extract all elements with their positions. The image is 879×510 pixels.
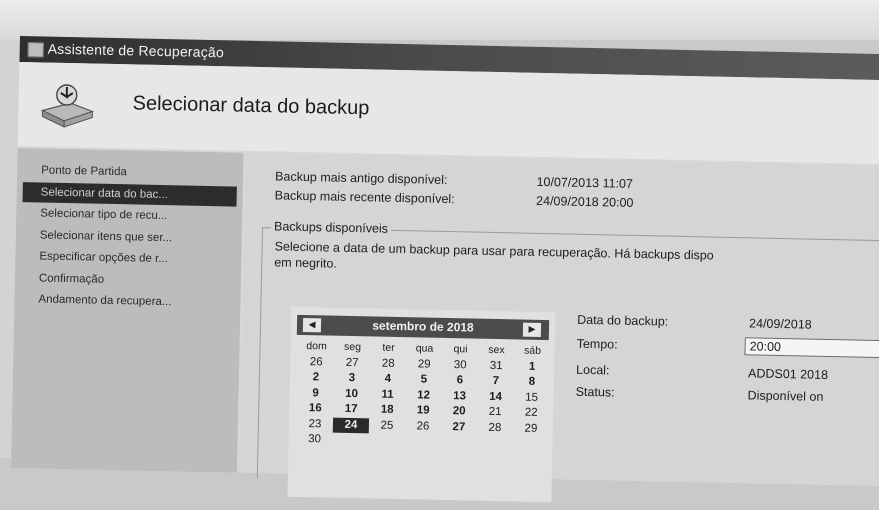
- calendar-day[interactable]: 13: [441, 388, 477, 404]
- desktop-background: [0, 0, 879, 40]
- group-description-2: em negrito.: [274, 255, 337, 271]
- calendar-day[interactable]: 31: [478, 358, 514, 374]
- wizard-step-item[interactable]: Especificar opções de r...: [21, 246, 235, 270]
- calendar-day[interactable]: 14: [477, 389, 513, 405]
- time-label: Tempo:: [576, 336, 618, 352]
- wizard-steps-nav: Ponto de Partida Selecionar data do bac..…: [10, 147, 244, 473]
- calendar-day[interactable]: 8: [514, 374, 550, 390]
- oldest-backup-value: 10/07/2013 11:07: [536, 174, 634, 191]
- calendar-day[interactable]: 6: [442, 373, 478, 389]
- calendar-day[interactable]: 28: [477, 420, 513, 436]
- wizard-step-item[interactable]: Confirmação: [21, 268, 235, 292]
- time-select[interactable]: 20:00: [744, 337, 879, 360]
- calendar-day[interactable]: 23: [297, 416, 333, 432]
- backup-date-label: Data do backup:: [577, 312, 669, 329]
- window-title: Assistente de Recuperação: [47, 40, 225, 61]
- next-month-button[interactable]: ▶: [522, 322, 542, 337]
- calendar-day[interactable]: 26: [298, 354, 334, 370]
- newest-backup-value: 24/09/2018 20:00: [535, 193, 634, 210]
- calendar-day[interactable]: 20: [441, 404, 477, 420]
- backup-drive-icon: [40, 84, 95, 128]
- calendar-day[interactable]: 25: [369, 418, 405, 434]
- calendar-weekday: qui: [453, 343, 468, 356]
- wizard-step-item[interactable]: Ponto de Partida: [23, 160, 237, 184]
- calendar-day[interactable]: 7: [478, 374, 514, 390]
- calendar-day[interactable]: 10: [333, 386, 369, 402]
- calendar-day[interactable]: 30: [442, 357, 478, 373]
- calendar-day[interactable]: 21: [477, 405, 513, 421]
- newest-backup-row: Backup mais recente disponível: 24/09/20…: [275, 188, 634, 210]
- calendar-month-label: setembro de 2018: [372, 318, 474, 335]
- calendar-day[interactable]: 28: [370, 356, 406, 372]
- calendar-weekday: sex: [488, 343, 505, 357]
- wizard-step-item[interactable]: Selecionar tipo de recu...: [22, 203, 236, 227]
- calendar-weekday: seg: [343, 340, 362, 354]
- calendar-day[interactable]: 27: [441, 419, 477, 435]
- location-value: ADDS01 2018: [747, 366, 829, 382]
- calendar-weekday: ter: [382, 341, 395, 354]
- calendar-day[interactable]: 22: [513, 405, 549, 421]
- calendar-day[interactable]: 18: [369, 402, 405, 418]
- calendar-day[interactable]: 17: [333, 402, 369, 418]
- calendar-day[interactable]: 5: [406, 372, 442, 388]
- calendar-day-selected[interactable]: 24: [332, 417, 370, 434]
- calendar-day[interactable]: 12: [405, 388, 441, 404]
- calendar-header: ◀ setembro de 2018 ▶: [296, 314, 550, 341]
- calendar-day[interactable]: 3: [334, 371, 370, 387]
- group-legend: Backups disponíveis: [270, 219, 392, 236]
- backup-date-value: 24/09/2018: [748, 316, 812, 332]
- calendar-day[interactable]: 11: [369, 387, 405, 403]
- group-description: Selecione a data de um backup para usar …: [274, 239, 714, 263]
- backup-calendar[interactable]: ◀ setembro de 2018 ▶ dom seg ter qua qui sex s…: [287, 306, 556, 503]
- calendar-day[interactable]: 16: [297, 401, 333, 417]
- status-label: Status:: [575, 384, 615, 400]
- status-value: Disponível on: [747, 388, 824, 404]
- calendar-day[interactable]: 26: [405, 419, 441, 435]
- oldest-backup-row: Backup mais antigo disponível: 10/07/201…: [275, 169, 633, 190]
- calendar-weekday: sáb: [523, 344, 542, 357]
- calendar-day[interactable]: 4: [370, 371, 406, 387]
- wizard-step-item[interactable]: Selecionar itens que ser...: [22, 225, 236, 249]
- backup-details: Data do backup: 24/09/2018 Tempo: 20:00 …: [576, 313, 879, 404]
- oldest-backup-label: Backup mais antigo disponível:: [274, 169, 448, 187]
- main-content: Backup mais antigo disponível: 10/07/201…: [238, 152, 879, 503]
- calendar-weekday: qua: [415, 342, 434, 355]
- calendar-weekday: dom: [306, 340, 327, 353]
- location-label: Local:: [575, 362, 610, 378]
- wizard-header: Selecionar data do backup: [17, 61, 879, 165]
- calendar-day[interactable]: 29: [406, 357, 442, 373]
- calendar-day[interactable]: 19: [405, 403, 441, 419]
- wizard-step-item[interactable]: Andamento da recupera...: [20, 289, 234, 313]
- app-icon: [27, 42, 44, 58]
- wizard-step-item[interactable]: Selecionar data do bac...: [22, 181, 237, 207]
- calendar-day[interactable]: 9: [297, 385, 333, 401]
- calendar-day[interactable]: 30: [296, 432, 332, 448]
- recovery-wizard-window: Assistente de Recuperação Selecionar dat…: [10, 36, 879, 503]
- calendar-day[interactable]: 15: [513, 390, 549, 406]
- calendar-day[interactable]: 27: [334, 355, 370, 371]
- calendar-day[interactable]: 2: [298, 370, 334, 386]
- calendar-grid: dom seg ter qua qui sex sáb 26 27 28 29 30 31 1 2 3 4 5 6 7…: [296, 339, 550, 453]
- page-title: Selecionar data do backup: [132, 92, 370, 120]
- calendar-day[interactable]: 29: [513, 421, 549, 437]
- calendar-day[interactable]: 1: [514, 359, 550, 375]
- newest-backup-label: Backup mais recente disponível:: [274, 188, 455, 207]
- available-backups-group: Backups disponíveis Selecione a data de …: [256, 219, 879, 503]
